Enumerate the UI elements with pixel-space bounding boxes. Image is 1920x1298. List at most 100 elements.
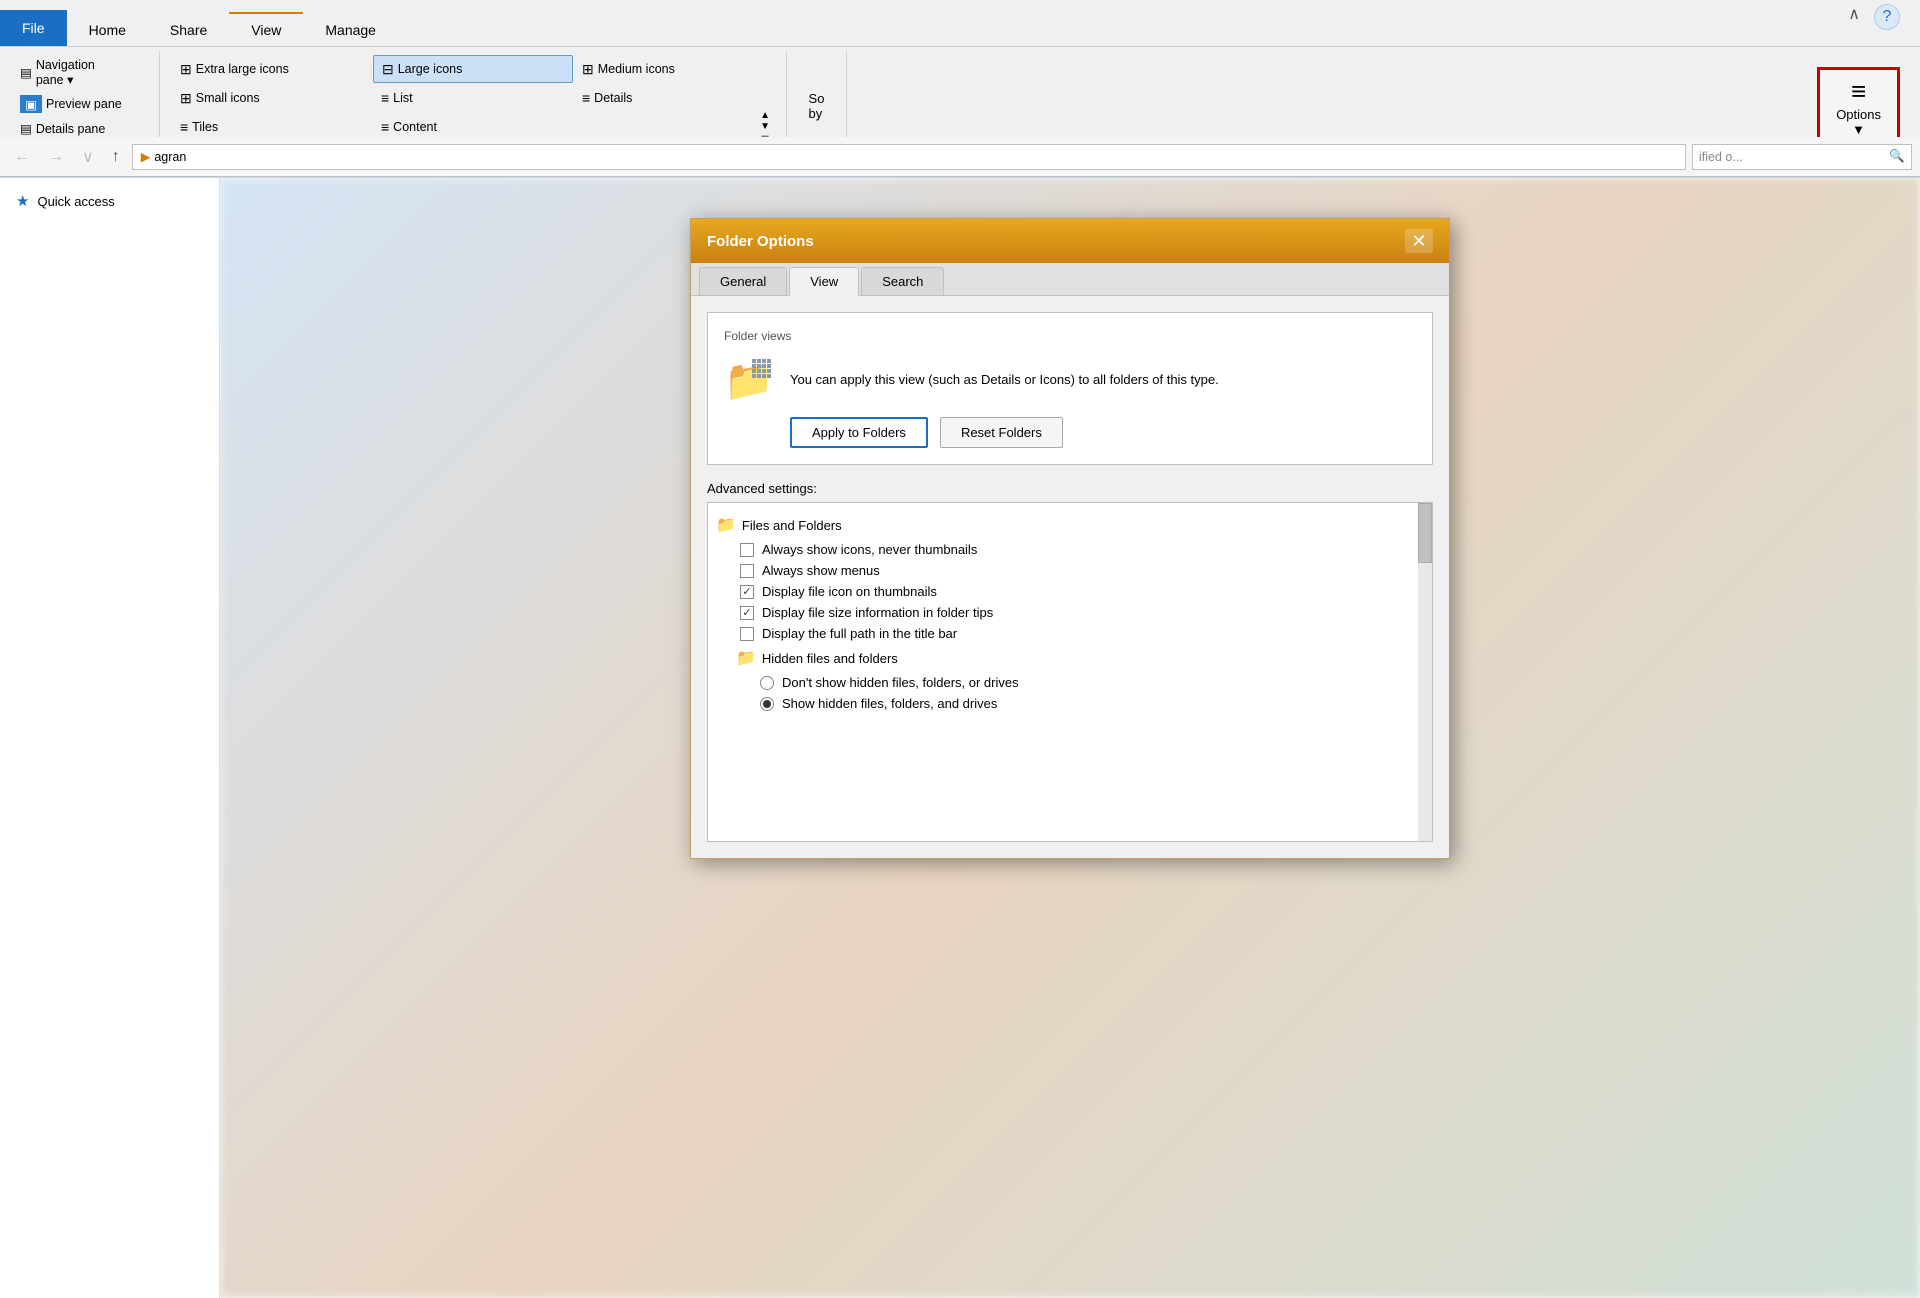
small-icons-icon: ⊞ [180,90,192,107]
options-dropdown-arrow: ▼ [1852,122,1865,137]
search-text: ified o... [1699,150,1743,164]
folder-options-dialog: Folder Options ✕ General View Search Fol… [690,218,1450,859]
tab-share[interactable]: Share [148,14,229,46]
medium-icons-icon: ⊞ [582,61,594,78]
display-full-path-checkbox[interactable] [740,627,754,641]
forward-button[interactable]: → [42,146,70,168]
dialog-tabs: General View Search [691,263,1449,296]
extra-large-icons-button[interactable]: ⊞ Extra large icons [172,55,372,83]
display-file-icon-label: Display file icon on thumbnails [762,584,937,599]
reset-folders-button[interactable]: Reset Folders [940,417,1063,448]
details-icon: ≡ [582,90,590,106]
display-full-path-label: Display the full path in the title bar [762,626,957,641]
preview-pane-button[interactable]: ▣ Preview pane [12,92,130,116]
sidebar-item-quick-access[interactable]: ★ Quick access [0,186,219,216]
large-icons-button[interactable]: ⊟ Large icons [373,55,573,83]
dialog-body: Folder views 📁 [691,296,1449,858]
always-show-menus-label: Always show menus [762,563,880,578]
show-hidden-radio[interactable] [760,697,774,711]
details-pane-button[interactable]: ▤ Details pane [12,118,130,139]
up-button[interactable]: ↑ [106,146,126,168]
display-full-path-item[interactable]: Display the full path in the title bar [708,623,1432,644]
folder-icon-small: ▶ [141,149,151,164]
folder-views-description: You can apply this view (such as Details… [790,370,1219,390]
list-button[interactable]: ≡ List [373,84,573,112]
always-show-icons-label: Always show icons, never thumbnails [762,542,977,557]
display-file-icon-checkbox[interactable] [740,585,754,599]
dont-show-hidden-label: Don't show hidden files, folders, or dri… [782,675,1019,690]
address-bar: ← → ∨ ↑ ▶ agran ified o... 🔍 [0,137,1920,177]
preview-pane-label: Preview pane [46,97,122,111]
options-icon: ≡ [1851,76,1866,107]
ribbon-tabs: File Home Share View Manage ∧ ? [0,0,1920,46]
details-pane-label: Details pane [36,122,106,136]
folder-views-content: 📁 You can apply this view (such as Detai… [724,355,1416,405]
display-file-size-label: Display file size information in folder … [762,605,993,620]
hidden-files-label: Hidden files and folders [762,651,898,666]
folder-views-buttons: Apply to Folders Reset Folders [790,417,1416,448]
tab-home[interactable]: Home [67,14,148,46]
always-show-icons-checkbox[interactable] [740,543,754,557]
tab-view[interactable]: View [229,12,303,46]
details-button[interactable]: ≡ Details [574,84,774,112]
medium-icons-button[interactable]: ⊞ Medium icons [574,55,774,83]
address-input[interactable]: ▶ agran [132,144,1686,170]
search-input[interactable]: ified o... 🔍 [1692,144,1912,170]
recent-button[interactable]: ∨ [76,145,100,169]
display-file-size-item[interactable]: Display file size information in folder … [708,602,1432,623]
folder-views-section: Folder views 📁 [707,312,1433,465]
category-label: Files and Folders [742,518,842,533]
extra-large-icon: ⊞ [180,61,192,78]
always-show-icons-item[interactable]: Always show icons, never thumbnails [708,539,1432,560]
advanced-list-scrollbar[interactable] [1418,503,1432,841]
dialog-tab-general[interactable]: General [699,267,787,295]
folder-views-title: Folder views [724,329,1416,343]
navigation-pane-button[interactable]: ▤ Navigationpane ▾ [12,55,130,90]
options-button[interactable]: ≡ Options ▼ [1817,67,1900,146]
back-button[interactable]: ← [8,146,36,168]
address-text: agran [154,150,186,164]
details-pane-icon: ▤ [20,121,32,136]
dialog-tab-view[interactable]: View [789,267,859,296]
sidebar: ★ Quick access [0,178,220,1298]
dialog-overlay: Folder Options ✕ General View Search Fol… [220,178,1920,1298]
display-file-size-checkbox[interactable] [740,606,754,620]
main-area: ★ Quick access Folder Options ✕ General … [0,178,1920,1298]
tiles-icon: ≡ [180,119,188,135]
quick-access-icon: ★ [16,192,29,210]
list-icon: ≡ [381,90,389,106]
sort-line1: So [809,91,825,106]
preview-pane-icon: ▣ [20,95,42,113]
scrollbar-thumb[interactable] [1418,503,1432,563]
display-file-icon-item[interactable]: Display file icon on thumbnails [708,581,1432,602]
search-icon: 🔍 [1889,149,1905,164]
dialog-tab-search[interactable]: Search [861,267,944,295]
large-icons-icon: ⊟ [382,61,394,78]
apply-to-folders-button[interactable]: Apply to Folders [790,417,928,448]
tab-file[interactable]: File [0,10,67,46]
dialog-titlebar: Folder Options ✕ [691,219,1449,263]
hidden-files-folder-icon: 📁 [736,648,756,668]
content-icon: ≡ [381,119,389,135]
dont-show-hidden-item[interactable]: Don't show hidden files, folders, or dri… [708,672,1432,693]
dialog-title: Folder Options [707,233,814,250]
collapse-button[interactable]: ∧ [1848,4,1860,24]
always-show-menus-checkbox[interactable] [740,564,754,578]
advanced-settings-list[interactable]: 📁 Files and Folders Always show icons, n… [707,502,1433,842]
options-label: Options [1836,107,1881,122]
folder-icon: 📁 [724,355,774,405]
show-hidden-item[interactable]: Show hidden files, folders, and drives [708,693,1432,714]
help-button[interactable]: ? [1874,4,1900,30]
small-icons-button[interactable]: ⊞ Small icons [172,84,372,112]
advanced-settings-section: Advanced settings: 📁 Files and Folders A… [707,481,1433,842]
hidden-files-category: 📁 Hidden files and folders [708,644,1432,672]
always-show-menus-item[interactable]: Always show menus [708,560,1432,581]
dialog-close-button[interactable]: ✕ [1405,229,1433,253]
tab-manage[interactable]: Manage [303,14,398,46]
content-area: Folder Options ✕ General View Search Fol… [220,178,1920,1298]
dont-show-hidden-radio[interactable] [760,676,774,690]
quick-access-label: Quick access [37,194,114,209]
advanced-settings-label: Advanced settings: [707,481,1433,496]
nav-pane-icon: ▤ [20,65,32,80]
folder-grid-overlay [752,359,772,379]
